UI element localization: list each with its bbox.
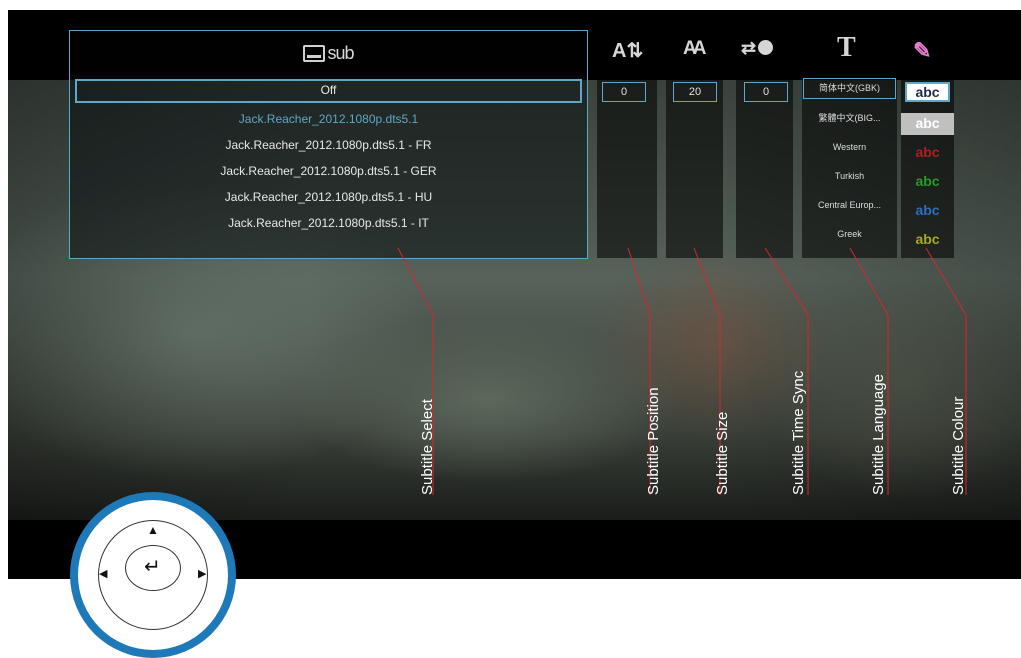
enter-icon: ↵ (144, 556, 161, 578)
remote-dpad: ▲ ◀ ▶ ↵ (70, 492, 236, 658)
callout-subtitle-time-sync: Subtitle Time Sync (790, 370, 807, 495)
dpad-right-icon[interactable]: ▶ (198, 567, 206, 580)
callout-subtitle-size: Subtitle Size (714, 411, 731, 495)
callout-subtitle-position: Subtitle Position (645, 387, 662, 495)
dpad-up-icon[interactable]: ▲ (147, 523, 159, 537)
callout-subtitle-colour: Subtitle Colour (950, 396, 967, 495)
dpad-left-icon[interactable]: ◀ (99, 567, 107, 580)
callout-subtitle-select: Subtitle Select (419, 399, 436, 495)
dpad-ok-button[interactable]: ↵ (125, 545, 181, 591)
callout-subtitle-language: Subtitle Language (870, 374, 887, 495)
